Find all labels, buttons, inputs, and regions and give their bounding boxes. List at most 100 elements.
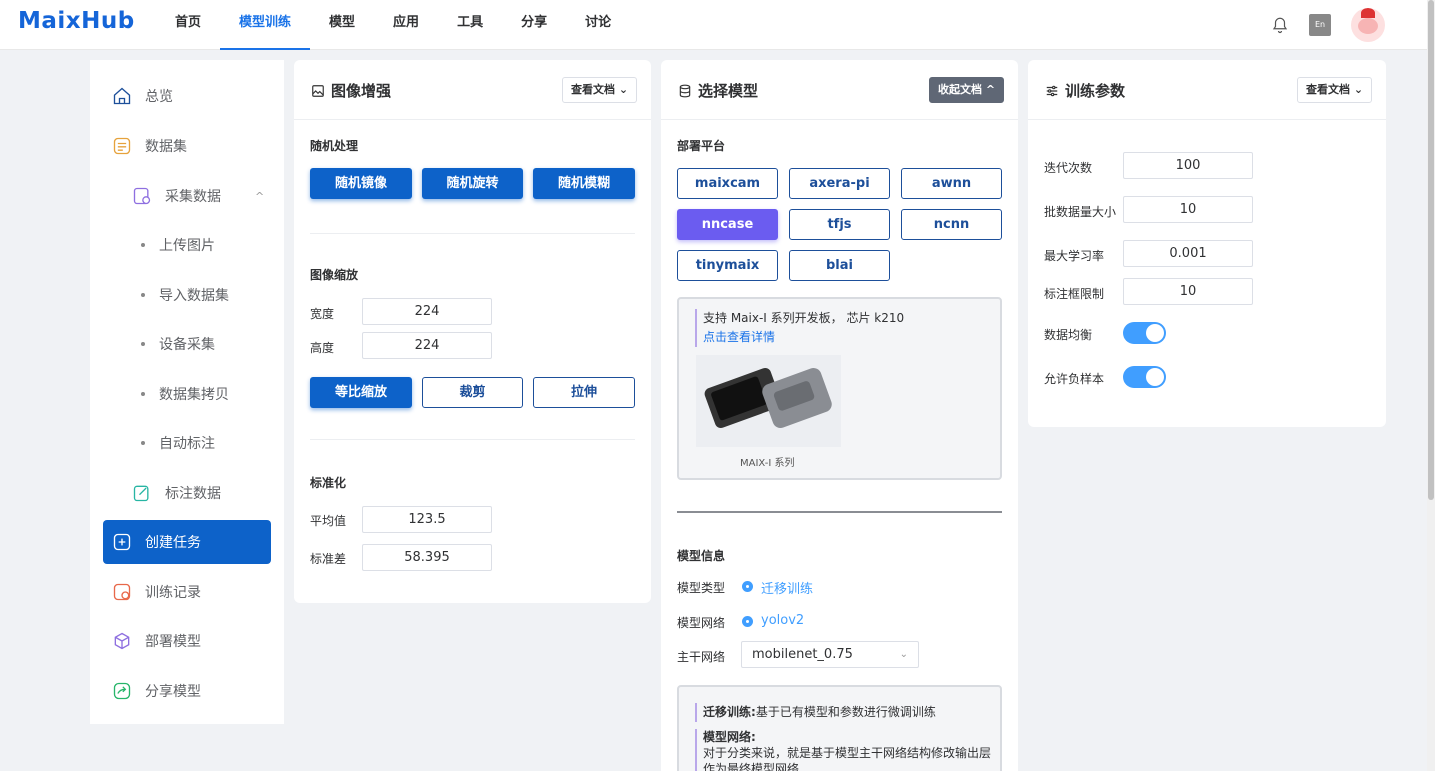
platform-maixcam[interactable]: maixcam xyxy=(677,168,778,199)
bullet-icon xyxy=(141,293,145,297)
nav-tools[interactable]: 工具 xyxy=(438,0,502,50)
sidebar-item-label: 标注数据 xyxy=(165,486,221,502)
sidebar-item-label: 导入数据集 xyxy=(159,288,229,304)
width-input[interactable]: 224 xyxy=(362,298,492,325)
sidebar-item-annotate[interactable]: 标注数据 xyxy=(90,471,284,515)
platform-info-box: 支持 Maix-I 系列开发板， 芯片 k210 点击查看详情 MAIX-I 系… xyxy=(677,297,1002,480)
description-text: 对于分类来说，就是基于模型主干网络结构修改输出层 xyxy=(703,746,992,760)
data-balance-toggle[interactable] xyxy=(1123,322,1166,344)
database-icon xyxy=(679,84,691,97)
card-title-text: 选择模型 xyxy=(698,82,759,100)
view-docs-button[interactable]: 查看文档 ⌄ xyxy=(562,77,638,103)
random-mirror-button[interactable]: 随机镜像 xyxy=(310,168,412,199)
chevron-up-icon: ^ xyxy=(985,83,996,96)
language-icon[interactable]: En xyxy=(1309,14,1331,36)
learning-rate-input[interactable]: 0.001 xyxy=(1123,240,1253,267)
iterations-input[interactable]: 100 xyxy=(1123,152,1253,179)
sidebar-subitem-copy[interactable]: 数据集拷贝 xyxy=(90,379,284,409)
nav-home[interactable]: 首页 xyxy=(156,0,220,50)
bullet-icon xyxy=(141,392,145,396)
nav-discuss[interactable]: 讨论 xyxy=(566,0,630,50)
batch-size-input[interactable]: 10 xyxy=(1123,196,1253,223)
sidebar-item-label: 训练记录 xyxy=(145,585,201,601)
platform-awnn[interactable]: awnn xyxy=(901,168,1002,199)
platform-blai[interactable]: blai xyxy=(789,250,890,281)
bell-icon[interactable] xyxy=(1271,16,1289,34)
platform-nncase[interactable]: nncase xyxy=(677,209,778,240)
sliders-icon xyxy=(1046,85,1058,96)
nav-apps[interactable]: 应用 xyxy=(374,0,438,50)
nav-model-training[interactable]: 模型训练 xyxy=(220,0,311,50)
view-docs-button[interactable]: 查看文档 ⌄ xyxy=(1297,77,1373,103)
negative-samples-label: 允许负样本 xyxy=(1044,372,1105,386)
chevron-up-icon[interactable]: ^ xyxy=(255,190,264,203)
collapse-docs-button[interactable]: 收起文档 ^ xyxy=(929,77,1005,103)
sidebar-item-create-task[interactable]: 创建任务 xyxy=(103,520,271,564)
divider xyxy=(310,439,635,440)
avatar[interactable] xyxy=(1351,8,1385,42)
device-image xyxy=(696,355,841,447)
home-icon xyxy=(113,87,131,105)
platform-info-text: 支持 Maix-I 系列开发板， 芯片 k210 点击查看详情 xyxy=(695,309,904,347)
nav-models[interactable]: 模型 xyxy=(310,0,374,50)
model-type-radio[interactable] xyxy=(742,581,753,592)
platform-tinymaix[interactable]: tinymaix xyxy=(677,250,778,281)
backbone-select[interactable]: mobilenet_0.75 ⌄ xyxy=(741,641,919,668)
sidebar-item-label: 设备采集 xyxy=(159,337,215,353)
button-label: 查看文档 xyxy=(1306,83,1350,96)
platform-ncnn[interactable]: ncnn xyxy=(901,209,1002,240)
description-text: 基于已有模型和参数进行微调训练 xyxy=(755,705,936,719)
logo[interactable]: MaixHub xyxy=(18,8,135,34)
page-scrollbar[interactable] xyxy=(1427,0,1435,771)
model-network-radio[interactable] xyxy=(742,616,753,627)
card-title: 训练参数 xyxy=(1045,80,1125,101)
sidebar-item-overview[interactable]: 总览 xyxy=(90,74,284,118)
plus-square-icon xyxy=(113,533,131,551)
data-balance-label: 数据均衡 xyxy=(1044,328,1093,342)
sidebar-item-label: 自动标注 xyxy=(159,436,215,452)
negative-samples-toggle[interactable] xyxy=(1123,366,1166,388)
image-icon xyxy=(312,84,324,97)
width-label: 宽度 xyxy=(310,307,335,321)
platform-axera-pi[interactable]: axera-pi xyxy=(789,168,890,199)
std-label: 标准差 xyxy=(310,552,347,566)
height-input[interactable]: 224 xyxy=(362,332,492,359)
dataset-icon xyxy=(113,137,131,155)
random-rotate-button[interactable]: 随机旋转 xyxy=(422,168,523,199)
sidebar-item-dataset[interactable]: 数据集 xyxy=(90,124,284,168)
sidebar-subitem-upload[interactable]: 上传图片 xyxy=(90,230,284,260)
box-limit-input[interactable]: 10 xyxy=(1123,278,1253,305)
nav-share[interactable]: 分享 xyxy=(502,0,566,50)
platform-tfjs[interactable]: tfjs xyxy=(789,209,890,240)
description-title: 迁移训练: xyxy=(703,705,756,719)
mean-label: 平均值 xyxy=(310,514,347,528)
sidebar-subitem-device[interactable]: 设备采集 xyxy=(90,329,284,359)
backbone-selected-value: mobilenet_0.75 xyxy=(752,647,853,662)
training-params-card: 训练参数 查看文档 ⌄ 迭代次数 100 批数据量大小 10 最大学习率 0.0… xyxy=(1028,60,1386,427)
sidebar-item-label: 总览 xyxy=(145,89,173,105)
crop-button[interactable]: 裁剪 xyxy=(422,377,523,408)
sidebar-item-train-records[interactable]: 训练记录 xyxy=(90,570,284,614)
model-network-value[interactable]: yolov2 xyxy=(761,613,804,628)
share-icon xyxy=(113,682,131,700)
sidebar-subitem-auto-label[interactable]: 自动标注 xyxy=(90,428,284,458)
platform-info-line: 支持 Maix-I 系列开发板， 芯片 k210 xyxy=(703,311,905,325)
batch-size-label: 批数据量大小 xyxy=(1044,205,1117,219)
backbone-label: 主干网络 xyxy=(677,650,726,664)
sidebar-subitem-import[interactable]: 导入数据集 xyxy=(90,280,284,310)
random-blur-button[interactable]: 随机模糊 xyxy=(533,168,635,199)
divider xyxy=(677,511,1002,513)
proportional-scale-button[interactable]: 等比缩放 xyxy=(310,377,412,408)
sidebar-item-share[interactable]: 分享模型 xyxy=(90,669,284,713)
sidebar-item-deploy[interactable]: 部署模型 xyxy=(90,619,284,663)
sidebar-item-collect[interactable]: 采集数据 ^ xyxy=(90,174,284,218)
std-input[interactable]: 58.395 xyxy=(362,544,492,571)
mean-input[interactable]: 123.5 xyxy=(362,506,492,533)
box-limit-label: 标注框限制 xyxy=(1044,287,1105,301)
model-type-value[interactable]: 迁移训练 xyxy=(761,578,813,597)
bullet-icon xyxy=(141,243,145,247)
scrollbar-thumb[interactable] xyxy=(1428,0,1434,500)
details-link[interactable]: 点击查看详情 xyxy=(703,328,904,347)
stretch-button[interactable]: 拉伸 xyxy=(533,377,635,408)
description-transfer: 迁移训练:基于已有模型和参数进行微调训练 xyxy=(695,703,936,722)
